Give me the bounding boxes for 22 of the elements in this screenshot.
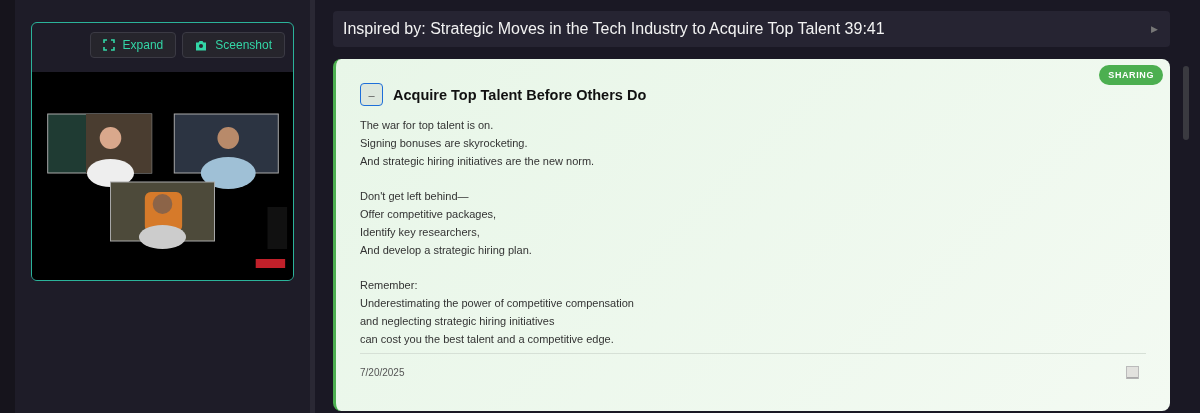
- body-text: And strategic hiring initiatives are the new norm.: [360, 153, 596, 169]
- screenshot-button[interactable]: Sceenshot: [182, 32, 285, 58]
- collapse-button[interactable]: –: [360, 83, 383, 106]
- card-title: Acquire Top Talent Before Others Do: [393, 86, 647, 103]
- date-text: 7/20/2025: [360, 367, 405, 379]
- sharing-badge: SHARING: [1099, 65, 1163, 85]
- body-text: Signing bonuses are skyrocketing.: [360, 135, 529, 151]
- body-text: Don't get left behind—: [360, 189, 470, 205]
- body-text: The war for top talent is on.: [360, 118, 495, 133]
- body-text: can cost you the best talent and a competitive edge.: [360, 331, 615, 347]
- body-text: Underestimating the power of competitive compensation: [360, 295, 635, 311]
- body-text: Identify key researchers,: [360, 224, 481, 240]
- clipboard-icon[interactable]: [1126, 366, 1139, 380]
- body-text: Remember:: [360, 278, 419, 294]
- body-text: and neglecting strategic hiring initiatives: [360, 313, 556, 329]
- body-text: And develop a strategic hiring plan.: [360, 242, 533, 258]
- expand-button[interactable]: Expand: [89, 32, 177, 58]
- body-text: Offer competitive packages,: [360, 207, 498, 222]
- camera-icon: [195, 39, 208, 51]
- expand-icon: [102, 39, 115, 51]
- header-title: Inspired by: Strategic Moves in the Tech Industry to Acquire Top Talent 39:41: [343, 20, 885, 38]
- scrollbar[interactable]: [1183, 66, 1189, 140]
